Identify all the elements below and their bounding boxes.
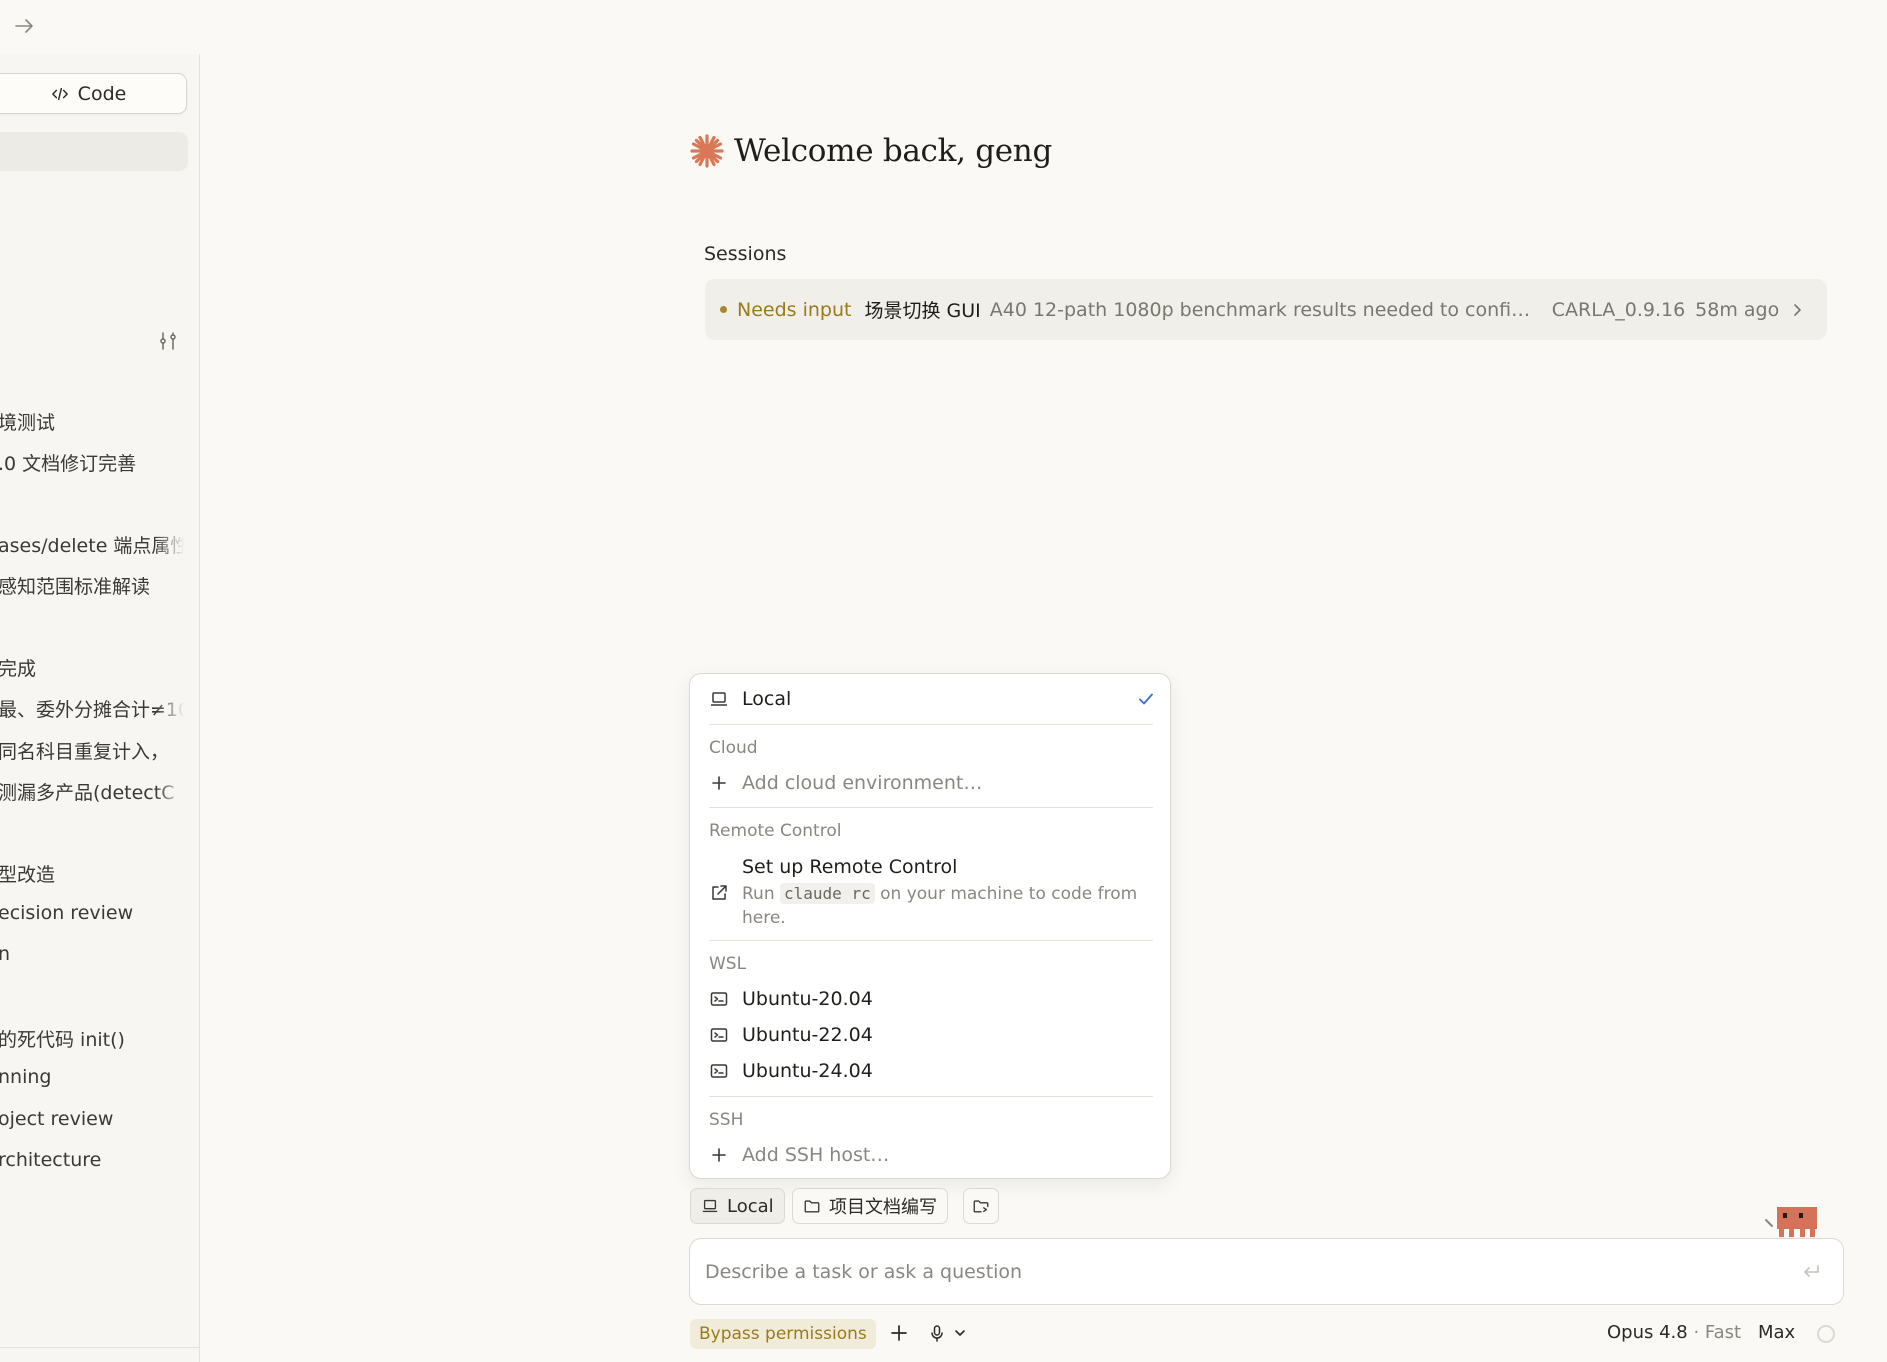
task-composer [689,1238,1844,1305]
menu-divider [709,1096,1153,1097]
remote-desc-pre: Run [742,884,775,904]
remote-control-description: Run claude rc on your machine to code fr… [742,882,1152,930]
sidebar-item[interactable]: ecision review [0,902,184,924]
add-attachment-icon[interactable] [888,1322,910,1344]
menu-divider [709,724,1153,725]
enter-icon[interactable] [1800,1261,1822,1283]
terminal-icon [709,989,729,1009]
model-speed: · Fast [1693,1322,1742,1343]
sessions-heading: Sessions [704,243,787,265]
sidebar-item[interactable]: 型改造 [0,860,184,887]
mascot-icon [1763,1202,1825,1240]
sidebar-search-field[interactable] [0,132,188,171]
menu-item-local[interactable]: Local [709,688,791,710]
menu-divider [709,807,1153,808]
folder-plus-icon [972,1197,990,1215]
cloud-section-header: Cloud [709,738,758,758]
chevron-right-icon [1789,302,1805,318]
wsl-item-label: Ubuntu-24.04 [742,1060,873,1082]
terminal-icon [709,1061,729,1081]
laptop-icon [709,689,729,709]
folder-selector-label: 项目文档编写 [829,1197,937,1218]
plus-icon [709,1145,729,1165]
laptop-icon [701,1197,719,1215]
claude-logo-icon [688,132,726,170]
add-cloud-label: Add cloud environment… [742,772,983,794]
wsl-item-label: Ubuntu-20.04 [742,988,873,1010]
session-title: 场景切换 GUI [864,300,981,322]
code-icon [51,85,69,103]
chevron-down-icon[interactable] [952,1322,968,1344]
remote-control-section-header: Remote Control [709,821,842,841]
remote-desc-code: claude rc [780,883,875,904]
menu-item-ubuntu-20-04[interactable]: Ubuntu-20.04 [709,988,873,1010]
wsl-item-label: Ubuntu-22.04 [742,1024,873,1046]
permissions-mode-button[interactable]: Bypass permissions [690,1319,876,1349]
environment-selector-label: Local [727,1195,774,1217]
code-button-label: Code [77,82,127,105]
context-usage-indicator[interactable] [1817,1325,1835,1343]
session-time: 58m ago [1695,298,1780,321]
external-link-icon [709,883,729,903]
sidebar-item[interactable]: 境测试 [0,408,184,435]
wsl-section-header: WSL [709,954,747,974]
session-repo: CARLA_0.9.16 [1551,298,1686,321]
sidebar-divider [0,1347,199,1348]
menu-item-label: Local [742,688,792,710]
sidebar-item[interactable]: rchitecture [0,1149,184,1171]
sidebar-item[interactable]: oject review [0,1108,184,1130]
environment-selector[interactable]: Local [690,1188,785,1224]
model-selector[interactable]: Opus 4.8 · Fast [1607,1322,1741,1343]
environment-menu: Local Cloud Add cloud environment… Remot… [689,673,1171,1179]
sidebar-item[interactable]: n [0,943,184,965]
status-badge: Needs input [737,298,852,321]
task-input[interactable] [705,1239,1785,1304]
add-ssh-host-button[interactable]: Add SSH host… [709,1144,889,1166]
effort-selector[interactable]: Max [1758,1322,1795,1343]
add-cloud-environment-button[interactable]: Add cloud environment… [709,772,982,794]
folder-icon [803,1197,821,1215]
sidebar-item[interactable]: 同名科目重复计入， [0,737,184,764]
filter-icon[interactable] [157,330,179,352]
model-name: Opus 4.8 [1607,1322,1688,1343]
menu-divider [709,940,1153,941]
checkmark-icon [1136,689,1156,709]
sidebar-item[interactable]: 测漏多产品(detectC [0,778,184,805]
microphone-icon[interactable] [926,1322,948,1344]
session-description: A40 12-path 1080p benchmark results need… [989,298,1531,321]
sidebar-item[interactable]: nning [0,1066,184,1088]
session-row[interactable]: Needs input 场景切换 GUI A40 12-path 1080p b… [705,279,1827,340]
menu-item-ubuntu-24-04[interactable]: Ubuntu-24.04 [709,1060,873,1082]
page-title: Welcome back, geng [734,133,1052,169]
sidebar-item[interactable]: 完成 [0,654,184,681]
menu-item-ubuntu-22-04[interactable]: Ubuntu-22.04 [709,1024,873,1046]
setup-remote-control-item[interactable]: Set up Remote Control Run claude rc on y… [709,856,1152,930]
sidebar: Code 境测试 .0 文档修订完善 ases/delete 端点属性 感知范围… [0,54,200,1362]
sidebar-item[interactable]: .0 文档修订完善 [0,449,184,476]
sidebar-item[interactable]: 感知范围标准解读 [0,572,184,599]
sidebar-item[interactable]: 的死代码 init() [0,1025,184,1052]
sidebar-item[interactable]: 最、委外分摊合计≠100 [0,695,184,722]
add-ssh-label: Add SSH host… [742,1144,890,1166]
sidebar-item[interactable]: ases/delete 端点属性 [0,531,184,558]
terminal-icon [709,1025,729,1045]
welcome-header: Welcome back, geng [688,132,1052,170]
folder-selector[interactable]: 项目文档编写 [792,1188,948,1224]
new-folder-button[interactable] [963,1188,999,1224]
status-dot [720,306,727,313]
plus-icon [709,773,729,793]
code-button[interactable]: Code [0,73,187,114]
forward-arrow-icon[interactable] [12,14,36,38]
ssh-section-header: SSH [709,1110,744,1130]
remote-control-title: Set up Remote Control [742,856,958,878]
